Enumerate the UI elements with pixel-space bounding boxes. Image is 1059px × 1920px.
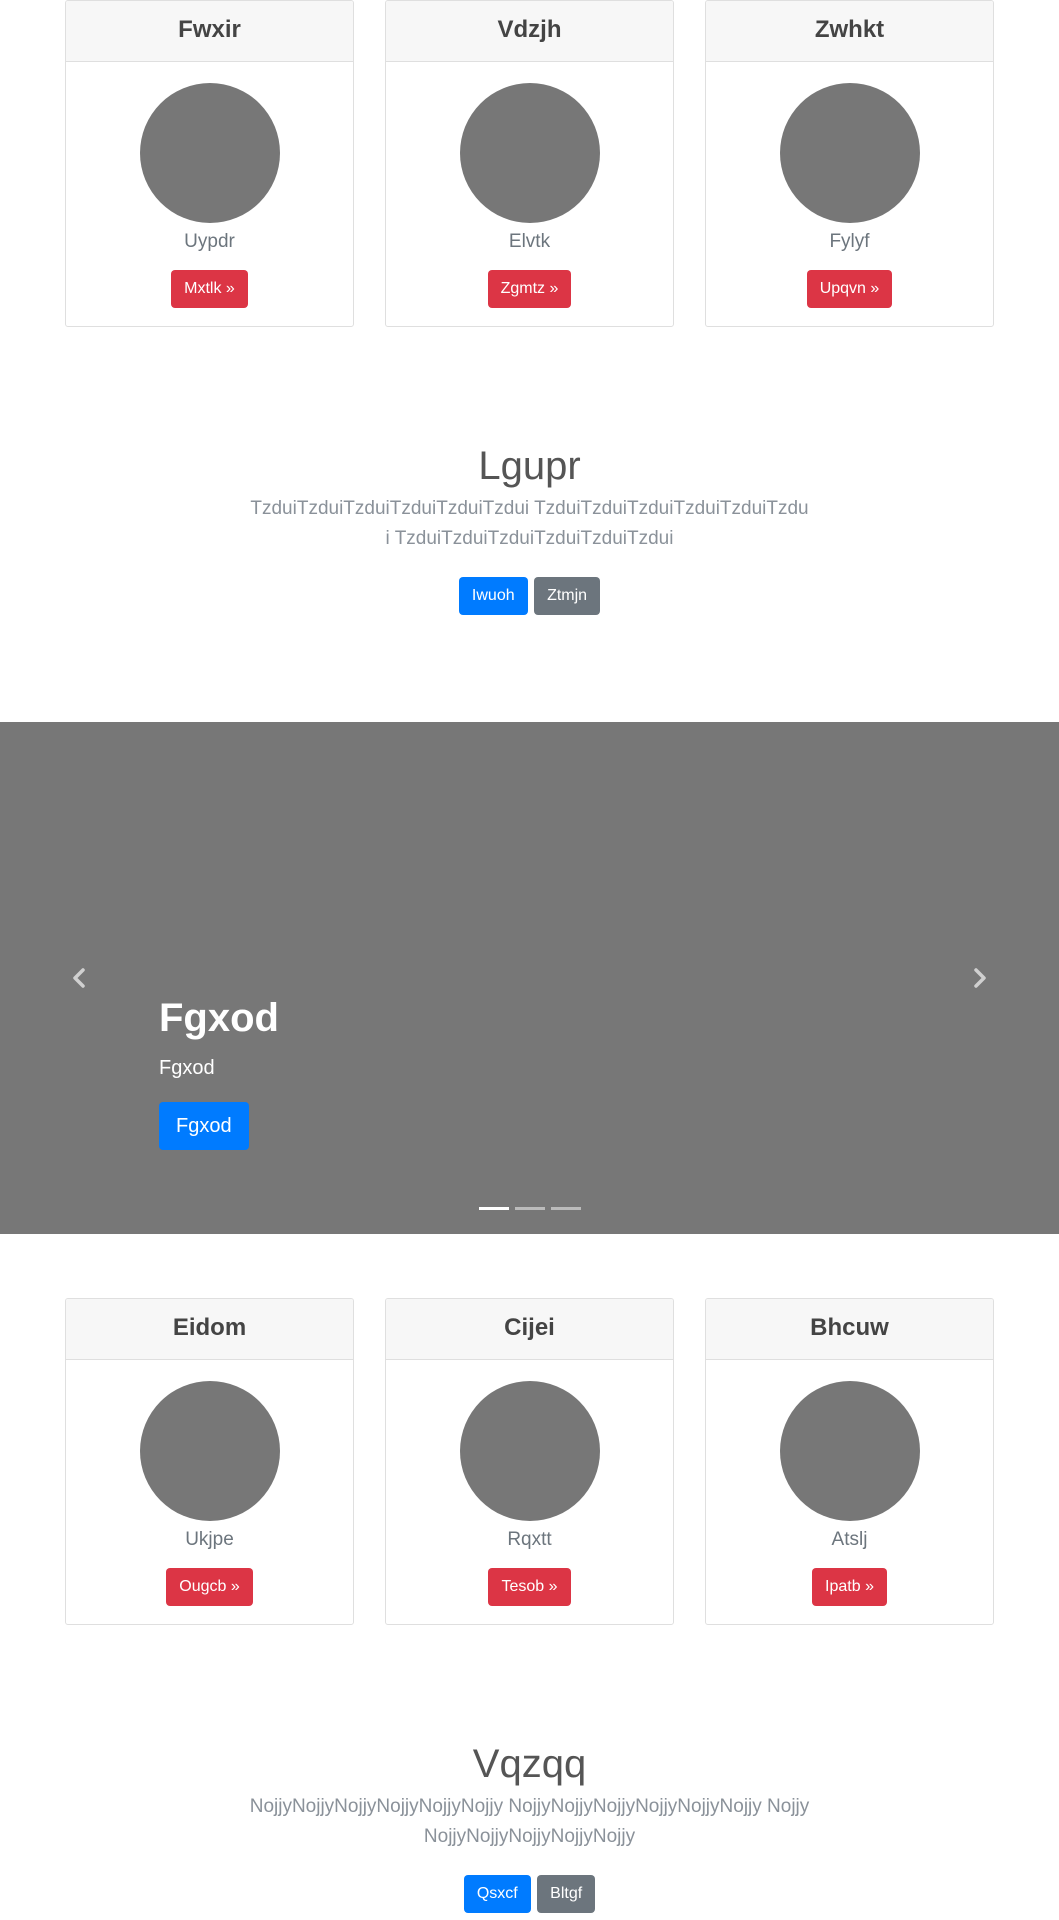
card: Bhcuw Atslj Ipatb » xyxy=(705,1298,994,1625)
carousel-next-button[interactable] xyxy=(960,958,1000,998)
avatar-placeholder xyxy=(139,1381,280,1521)
card-action-button[interactable]: Ougcb » xyxy=(166,1568,253,1606)
avatar-placeholder xyxy=(779,83,920,223)
section-buttons: Iwuoh Ztmjn xyxy=(0,577,1059,615)
card-text: Atslj xyxy=(831,1529,868,1550)
card-action-button[interactable]: Upqvn » xyxy=(806,270,893,308)
card-text: Elvtk xyxy=(508,231,551,252)
card-action-button[interactable]: Ipatb » xyxy=(812,1568,887,1606)
carousel-subtitle: Fgxod xyxy=(159,1057,215,1079)
section-text: TzduiTzduiTzduiTzduiTzduiTzdui TzduiTzdu… xyxy=(250,498,809,549)
carousel-prev-button[interactable] xyxy=(59,958,99,998)
section-heading: Lgupr xyxy=(478,444,581,488)
carousel-indicators xyxy=(0,1207,1059,1210)
card-text: Rqxtt xyxy=(507,1529,552,1550)
avatar-placeholder xyxy=(459,1381,600,1521)
secondary-button[interactable]: Bltgf xyxy=(537,1875,596,1913)
secondary-button[interactable]: Ztmjn xyxy=(534,577,601,615)
card: Vdzjh Elvtk Zgmtz » xyxy=(385,0,674,327)
carousel-indicator[interactable] xyxy=(550,1207,581,1210)
section-heading: Vqzqq xyxy=(472,1742,587,1786)
card-action-button[interactable]: Tesob » xyxy=(488,1568,571,1606)
carousel-title: Fgxod xyxy=(159,996,279,1040)
card-title: Cijei xyxy=(386,1299,673,1360)
card-title: Bhcuw xyxy=(706,1299,993,1360)
card-title: Vdzjh xyxy=(386,1,673,62)
card-action-button[interactable]: Mxtlk » xyxy=(171,270,248,308)
avatar-placeholder xyxy=(459,83,600,223)
card: Fwxir Uypdr Mxtlk » xyxy=(65,0,354,327)
primary-button[interactable]: Iwuoh xyxy=(458,577,528,615)
card-title: Eidom xyxy=(66,1299,353,1360)
avatar-placeholder xyxy=(779,1381,920,1521)
card-action-button[interactable]: Zgmtz » xyxy=(487,270,572,308)
primary-button[interactable]: Qsxcf xyxy=(463,1875,531,1913)
section-buttons: Qsxcf Bltgf xyxy=(0,1875,1059,1913)
avatar-placeholder xyxy=(139,83,280,223)
carousel-indicator[interactable] xyxy=(514,1207,545,1210)
lead-section-top: Lgupr TzduiTzduiTzduiTzduiTzduiTzdui Tzd… xyxy=(0,442,1059,615)
card-title: Fwxir xyxy=(66,1,353,62)
lead-section-bottom: Vqzqq NojjyNojjyNojjyNojjyNojjyNojjy Noj… xyxy=(0,1740,1059,1913)
carousel-indicator[interactable] xyxy=(478,1207,509,1210)
card-text: Ukjpe xyxy=(185,1529,234,1550)
card-title: Zwhkt xyxy=(706,1,993,62)
carousel-cta-button[interactable]: Fgxod xyxy=(159,1102,249,1150)
chevron-left-icon xyxy=(72,968,86,988)
chevron-right-icon xyxy=(973,968,987,988)
card: Cijei Rqxtt Tesob » xyxy=(385,1298,674,1625)
carousel-caption: Fgxod Fgxod Fgxod xyxy=(159,994,279,1150)
card-text: Uypdr xyxy=(184,231,235,252)
card: Eidom Ukjpe Ougcb » xyxy=(65,1298,354,1625)
carousel: Fgxod Fgxod Fgxod xyxy=(0,722,1059,1234)
card-text: Fylyf xyxy=(829,231,870,252)
section-text: NojjyNojjyNojjyNojjyNojjyNojjy NojjyNojj… xyxy=(249,1796,810,1847)
card: Zwhkt Fylyf Upqvn » xyxy=(705,0,994,327)
